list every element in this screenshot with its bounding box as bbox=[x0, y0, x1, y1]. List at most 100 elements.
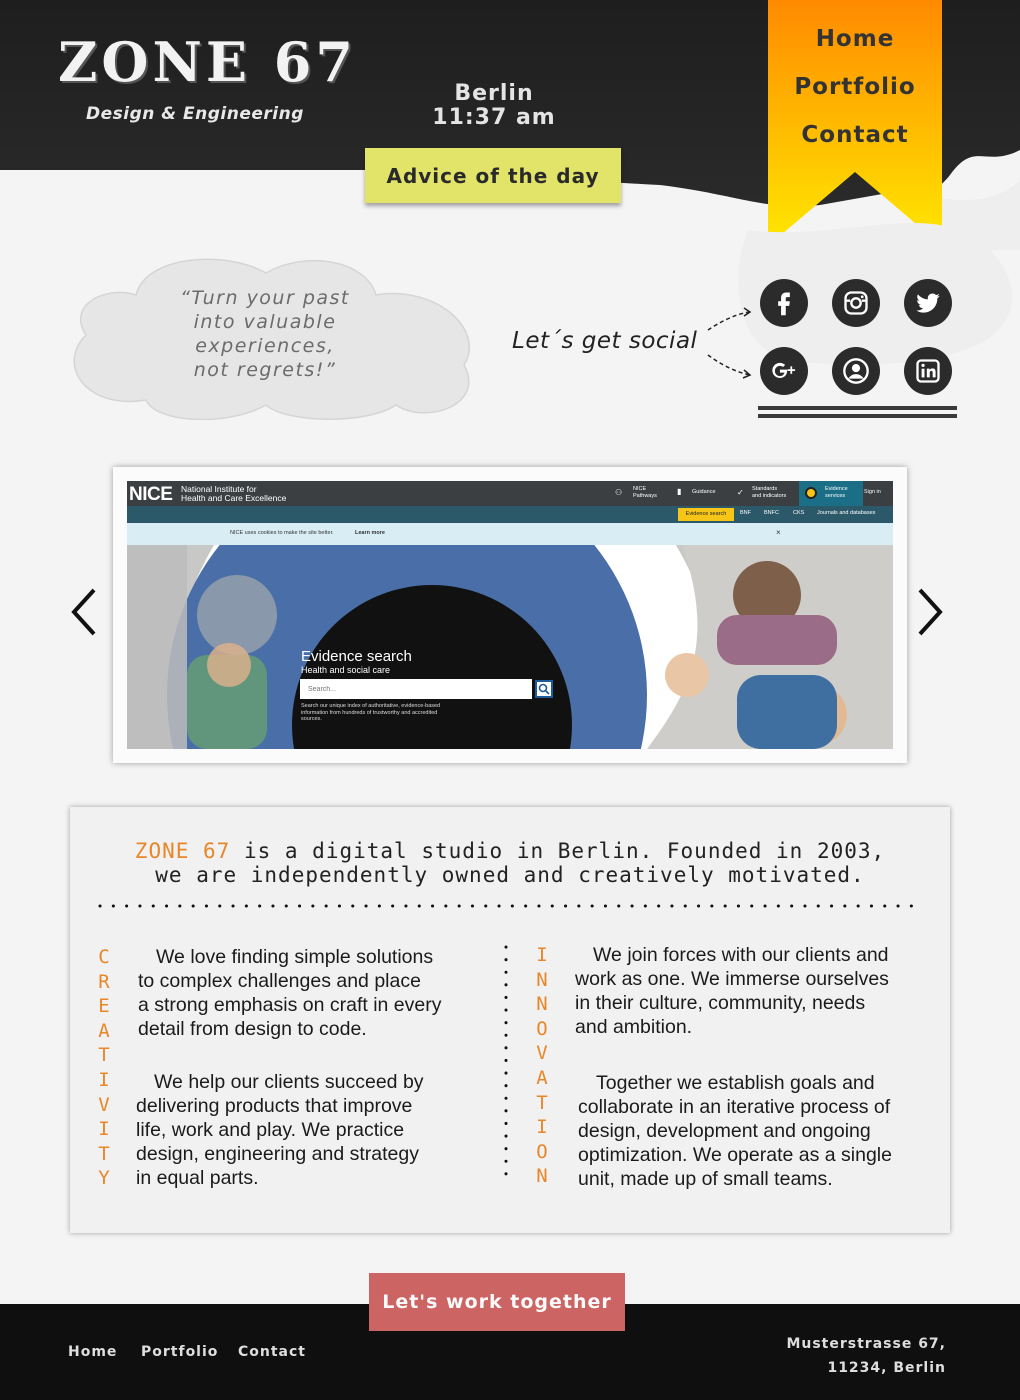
slide-hero-description: Search our unique index of authoritative… bbox=[301, 703, 441, 722]
footer-address: Musterstrasse 67, 11234, Berlin bbox=[770, 1332, 946, 1380]
text-line: unit, made up of small teams. bbox=[578, 1168, 833, 1190]
vertical-letter: I bbox=[98, 1068, 110, 1091]
quote-line: into valuable bbox=[193, 311, 337, 333]
footer-nav-portfolio[interactable]: Portfolio bbox=[141, 1344, 218, 1360]
slide-cookie-link: Learn more bbox=[355, 530, 385, 536]
text-line: life, work and play. We practice bbox=[136, 1119, 405, 1141]
vertical-letter: I bbox=[536, 944, 548, 966]
social-label: Let´s get social bbox=[512, 328, 698, 354]
slide-logo: NICE bbox=[129, 484, 173, 505]
slide-nav-text: Standards bbox=[752, 486, 778, 492]
city-clock: Berlin 11:37 am bbox=[420, 82, 568, 130]
slide-tab-bnf: BNF bbox=[740, 510, 751, 516]
slide-tab-cks: CKS bbox=[793, 510, 805, 516]
about-headline-line2: we are independently owned and creativel… bbox=[155, 863, 865, 887]
vertical-letter: N bbox=[536, 1165, 548, 1188]
address-line: 11234, Berlin bbox=[827, 1360, 946, 1376]
slide-logo-sub-line: Health and Care Excellence bbox=[181, 493, 287, 503]
text-line: Together we establish goals and bbox=[596, 1072, 875, 1094]
creativity-paragraph-2: We help our clients succeed by deliverin… bbox=[136, 1070, 424, 1190]
slide-hero bbox=[127, 545, 893, 749]
slide-search-input[interactable] bbox=[300, 679, 532, 699]
slide-nav-pathways: ⚇ NICE Pathways bbox=[615, 486, 657, 499]
vertical-letter: V bbox=[98, 1093, 110, 1116]
innovation-paragraph-2: Together we establish goals and collabor… bbox=[578, 1071, 892, 1191]
quote-line: experiences, bbox=[195, 335, 335, 357]
slide-nav-evidence: Evidence services bbox=[805, 486, 848, 500]
vertical-letter: N bbox=[536, 968, 548, 991]
vertical-letter: E bbox=[98, 995, 110, 1018]
carousel-prev-icon[interactable] bbox=[64, 582, 104, 642]
slide-nav-text: and indicators bbox=[752, 493, 787, 499]
slide-logo-subtitle: National Institute for Health and Care E… bbox=[181, 485, 286, 503]
slide-hero-title: Evidence search bbox=[301, 648, 412, 665]
twitter-icon[interactable] bbox=[904, 279, 952, 327]
slide-nav-text: NICE bbox=[633, 486, 647, 492]
text-line: We help our clients succeed by bbox=[154, 1071, 424, 1093]
innovation-paragraph-1: We join forces with our clients and work… bbox=[575, 943, 889, 1039]
arrows-icon bbox=[707, 307, 752, 379]
about-headline-text: is a digital studio in Berlin. Founded i… bbox=[230, 839, 886, 863]
carousel-slide[interactable]: NICE National Institute for Health and C… bbox=[127, 481, 893, 749]
vertical-letter: I bbox=[536, 1116, 548, 1139]
vertical-letter: O bbox=[536, 1017, 548, 1040]
logo[interactable]: ZONE 67 bbox=[58, 30, 357, 94]
slide-cookie-close: × bbox=[776, 528, 781, 537]
text-line: detail from design to code. bbox=[138, 1018, 367, 1040]
vertical-letter: O bbox=[536, 1140, 548, 1163]
slide-nav-standards: ✓ Standards and indicators bbox=[737, 486, 787, 499]
slide-nav-text: Evidence bbox=[825, 486, 848, 492]
text-line: in their culture, community, needs bbox=[575, 992, 866, 1014]
google-plus-icon[interactable] bbox=[760, 347, 808, 395]
vertical-letter: Y bbox=[98, 1167, 110, 1190]
profile-icon[interactable] bbox=[832, 347, 880, 395]
slide-cookie-text: NICE uses cookies to make the site bette… bbox=[230, 530, 334, 536]
address-line: Musterstrasse 67, bbox=[786, 1336, 946, 1352]
vertical-letter: T bbox=[98, 1142, 110, 1165]
vertical-dotted-divider bbox=[504, 945, 508, 1187]
advice-of-the-day-button[interactable]: Advice of the day bbox=[365, 148, 621, 203]
text-line: We love finding simple solutions bbox=[156, 946, 434, 968]
nav-contact[interactable]: Contact bbox=[768, 118, 942, 166]
innovation-vertical-label: INNOVATION bbox=[532, 943, 552, 1189]
text-line: a strong emphasis on craft in every bbox=[138, 994, 442, 1016]
text-line: collaborate in an iterative process of bbox=[578, 1096, 891, 1118]
work-together-button[interactable]: Let's work together bbox=[369, 1273, 625, 1331]
slide-search-icon[interactable] bbox=[535, 680, 553, 698]
slide-tab-evidence-search: Evidence search bbox=[678, 508, 734, 521]
text-line: delivering products that improve bbox=[136, 1095, 413, 1117]
carousel-next-icon[interactable] bbox=[912, 582, 952, 642]
quote-line: not regrets!” bbox=[193, 359, 337, 381]
text-line: optimization. We operate as a single bbox=[578, 1144, 892, 1166]
slide-nav-text: Guidance bbox=[692, 489, 716, 495]
slide-hero-subtitle: Health and social care bbox=[301, 665, 391, 675]
facebook-icon[interactable] bbox=[760, 279, 808, 327]
slide-tab-journals: Journals and databases bbox=[817, 510, 876, 516]
instagram-icon[interactable] bbox=[832, 279, 880, 327]
text-line: design, engineering and strategy bbox=[136, 1143, 419, 1165]
vertical-letter: A bbox=[98, 1019, 110, 1042]
slide-nav-guidance: ▮ Guidance bbox=[677, 487, 716, 496]
vertical-letter: T bbox=[536, 1091, 548, 1114]
text-line: We join forces with our clients and bbox=[593, 944, 889, 966]
nav-home[interactable]: Home bbox=[768, 22, 942, 70]
nav-portfolio[interactable]: Portfolio bbox=[768, 70, 942, 118]
vertical-letter: A bbox=[536, 1066, 548, 1089]
vertical-letter: V bbox=[536, 1042, 548, 1065]
creativity-vertical-label: CREATIVITY bbox=[94, 945, 114, 1191]
clock-city: Berlin bbox=[454, 81, 534, 106]
slide-nav-signin: Sign in bbox=[864, 489, 881, 495]
slide-nav-text: Pathways bbox=[633, 493, 657, 499]
dotted-divider bbox=[98, 904, 922, 908]
social-divider bbox=[758, 406, 957, 420]
text-line: design, development and ongoing bbox=[578, 1120, 871, 1142]
slide-tab-bnfc: BNFC bbox=[764, 510, 779, 516]
footer-nav-contact[interactable]: Contact bbox=[238, 1344, 306, 1360]
about-headline: ZONE 67 is a digital studio in Berlin. F… bbox=[70, 839, 950, 887]
linkedin-icon[interactable] bbox=[904, 347, 952, 395]
footer-nav-home[interactable]: Home bbox=[68, 1344, 117, 1360]
tagline: Design & Engineering bbox=[86, 104, 304, 124]
vertical-letter: T bbox=[98, 1044, 110, 1067]
text-line: and ambition. bbox=[575, 1016, 693, 1038]
about-brand: ZONE 67 bbox=[134, 839, 231, 863]
